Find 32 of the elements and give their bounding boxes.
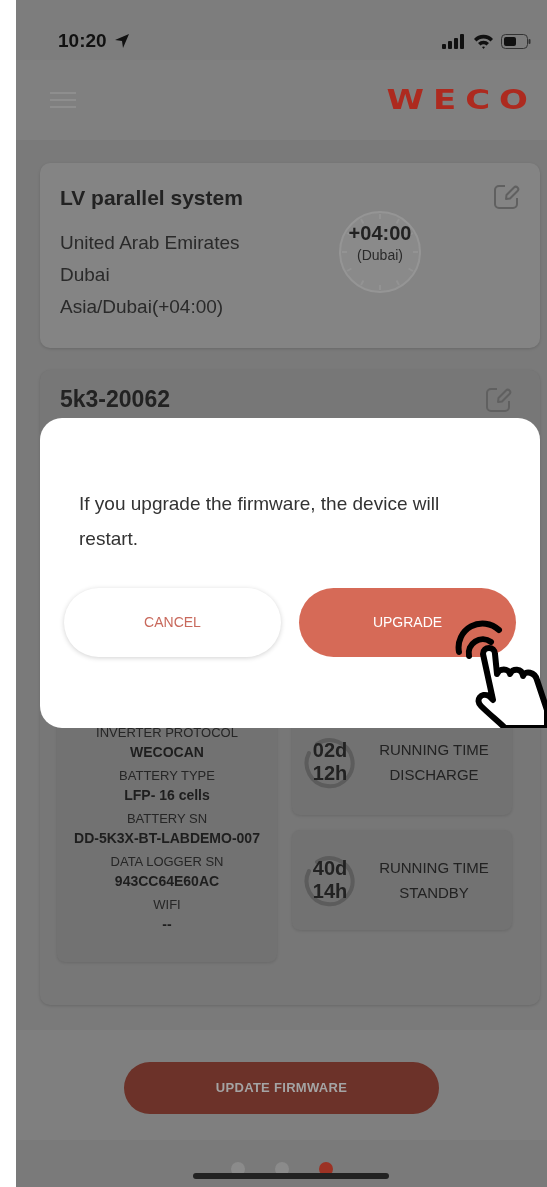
- timer-label: RUNNING TIME DISCHARGE: [378, 739, 490, 785]
- info-value: 943CC64E60AC: [113, 872, 221, 891]
- info-label: DATA LOGGER SN: [109, 853, 225, 871]
- info-value: LFP- 16 cells: [123, 786, 211, 805]
- info-label: INVERTER PROTOCOL: [95, 724, 239, 742]
- timezone-offset: +04:00: [348, 220, 412, 245]
- location-text: Asia/Dubai(+04:00): [60, 295, 225, 319]
- wifi-icon: [473, 33, 494, 49]
- info-label: BATTERY TYPE: [118, 767, 216, 785]
- cancel-button[interactable]: CANCEL: [64, 588, 281, 657]
- device-title: 5k3-20062: [60, 386, 170, 414]
- info-value: WECOCAN: [129, 743, 205, 762]
- status-time: 10:20: [58, 28, 107, 53]
- info-value: DD-5K3X-BT-LABDEMO-007: [73, 829, 261, 848]
- battery-icon: [501, 33, 531, 49]
- upgrade-button[interactable]: UPGRADE: [299, 588, 516, 657]
- timer-hours: 14h: [312, 880, 348, 903]
- timer-label: RUNNING TIME STANDBY: [378, 858, 490, 903]
- timer-hours: 12h: [312, 761, 348, 785]
- system-title: LV parallel system: [60, 185, 244, 211]
- info-label: BATTERY SN: [125, 810, 209, 828]
- update-firmware-button[interactable]: UPDATE FIRMWARE: [124, 1062, 439, 1114]
- info-value: --: [161, 915, 173, 934]
- dialog-message: If you upgrade the firmware, the device will restart.: [78, 492, 441, 551]
- info-label: WIFI: [152, 896, 182, 914]
- brand-logo: WECO: [386, 86, 537, 114]
- location-text: Dubai: [60, 263, 111, 287]
- signal-icon: [442, 33, 466, 49]
- location-text: United Arab Emirates: [60, 231, 241, 255]
- timezone-city: (Dubai): [357, 245, 403, 265]
- timer-days: 40d: [312, 857, 348, 880]
- timer-days: 02d: [312, 738, 348, 762]
